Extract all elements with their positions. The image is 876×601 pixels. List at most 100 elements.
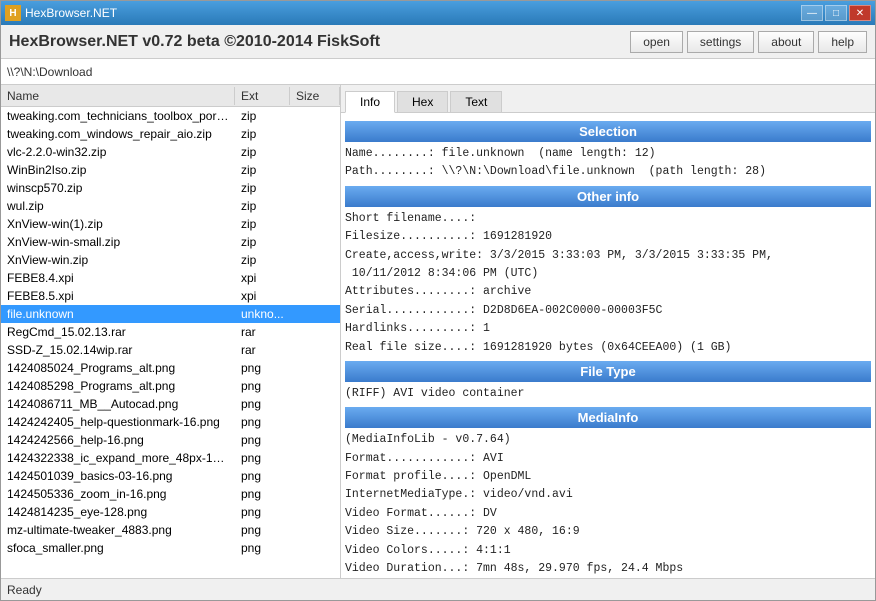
info-line: Real file size....: 1691281920 bytes (0x… bbox=[345, 339, 871, 357]
file-size bbox=[290, 367, 340, 369]
file-ext: unkno... bbox=[235, 306, 290, 322]
file-name: 1424086711_MB__Autocad.png bbox=[1, 396, 235, 412]
settings-button[interactable]: settings bbox=[687, 31, 754, 53]
file-name: XnView-win.zip bbox=[1, 252, 235, 268]
file-ext: rar bbox=[235, 324, 290, 340]
file-name: winscp570.zip bbox=[1, 180, 235, 196]
info-line: Serial............: D2D8D6EA-002C0000-00… bbox=[345, 302, 871, 320]
file-ext: png bbox=[235, 396, 290, 412]
file-name: sfoca_smaller.png bbox=[1, 540, 235, 556]
table-row[interactable]: 1424085298_Programs_alt.png png bbox=[1, 377, 340, 395]
file-size bbox=[290, 223, 340, 225]
section-header: File Type bbox=[345, 361, 871, 382]
tab-info[interactable]: Info bbox=[345, 91, 395, 113]
file-ext: zip bbox=[235, 162, 290, 178]
file-size bbox=[290, 295, 340, 297]
file-ext: png bbox=[235, 432, 290, 448]
table-row[interactable]: FEBE8.4.xpi xpi bbox=[1, 269, 340, 287]
info-line: Filesize..........: 1691281920 bbox=[345, 228, 871, 246]
table-row[interactable]: winscp570.zip zip bbox=[1, 179, 340, 197]
file-name: mz-ultimate-tweaker_4883.png bbox=[1, 522, 235, 538]
table-row[interactable]: sfoca_smaller.png png bbox=[1, 539, 340, 557]
file-size bbox=[290, 439, 340, 441]
table-row[interactable]: FEBE8.5.xpi xpi bbox=[1, 287, 340, 305]
table-row[interactable]: tweaking.com_technicians_toolbox_port...… bbox=[1, 107, 340, 125]
info-line: Path........: \\?\N:\Download\file.unkno… bbox=[345, 163, 871, 181]
file-ext: zip bbox=[235, 144, 290, 160]
path-bar: \\?\N:\Download bbox=[1, 59, 875, 85]
table-row[interactable]: RegCmd_15.02.13.rar rar bbox=[1, 323, 340, 341]
table-row[interactable]: XnView-win.zip zip bbox=[1, 251, 340, 269]
file-ext: rar bbox=[235, 342, 290, 358]
file-name: FEBE8.4.xpi bbox=[1, 270, 235, 286]
column-header-ext[interactable]: Ext bbox=[235, 87, 290, 105]
file-size bbox=[290, 259, 340, 261]
file-size bbox=[290, 529, 340, 531]
help-button[interactable]: help bbox=[818, 31, 867, 53]
tab-hex[interactable]: Hex bbox=[397, 91, 448, 112]
table-row[interactable]: file.unknown unkno... bbox=[1, 305, 340, 323]
tab-text[interactable]: Text bbox=[450, 91, 502, 112]
table-row[interactable]: tweaking.com_windows_repair_aio.zip zip bbox=[1, 125, 340, 143]
minimize-button[interactable]: — bbox=[801, 5, 823, 21]
app-icon: H bbox=[5, 5, 21, 21]
file-ext: zip bbox=[235, 180, 290, 196]
table-row[interactable]: 1424242405_help-questionmark-16.png png bbox=[1, 413, 340, 431]
info-line: Format profile....: OpenDML bbox=[345, 468, 871, 486]
table-row[interactable]: 1424242566_help-16.png png bbox=[1, 431, 340, 449]
info-line: Video Format......: DV bbox=[345, 505, 871, 523]
file-list[interactable]: tweaking.com_technicians_toolbox_port...… bbox=[1, 107, 340, 578]
about-button[interactable]: about bbox=[758, 31, 814, 53]
table-row[interactable]: 1424322338_ic_expand_more_48px-16.... pn… bbox=[1, 449, 340, 467]
table-row[interactable]: wul.zip zip bbox=[1, 197, 340, 215]
info-content[interactable]: Selection Name........: file.unknown (nam… bbox=[341, 113, 875, 578]
file-size bbox=[290, 349, 340, 351]
toolbar: HexBrowser.NET v0.72 beta ©2010-2014 Fis… bbox=[1, 25, 875, 59]
file-ext: zip bbox=[235, 216, 290, 232]
column-header-name[interactable]: Name bbox=[1, 87, 235, 105]
table-row[interactable]: SSD-Z_15.02.14wip.rar rar bbox=[1, 341, 340, 359]
file-name: 1424814235_eye-128.png bbox=[1, 504, 235, 520]
maximize-button[interactable]: □ bbox=[825, 5, 847, 21]
file-name: FEBE8.5.xpi bbox=[1, 288, 235, 304]
table-row[interactable]: WinBin2Iso.zip zip bbox=[1, 161, 340, 179]
table-row[interactable]: 1424085024_Programs_alt.png png bbox=[1, 359, 340, 377]
table-row[interactable]: 1424086711_MB__Autocad.png png bbox=[1, 395, 340, 413]
window-title: HexBrowser.NET bbox=[25, 6, 117, 20]
table-row[interactable]: 1424505336_zoom_in-16.png png bbox=[1, 485, 340, 503]
info-line: Attributes........: archive bbox=[345, 283, 871, 301]
table-row[interactable]: mz-ultimate-tweaker_4883.png png bbox=[1, 521, 340, 539]
table-row[interactable]: 1424814235_eye-128.png png bbox=[1, 503, 340, 521]
file-name: 1424322338_ic_expand_more_48px-16.... bbox=[1, 450, 235, 466]
file-ext: xpi bbox=[235, 288, 290, 304]
status-bar: Ready bbox=[1, 578, 875, 600]
column-header-size[interactable]: Size bbox=[290, 87, 340, 105]
file-name: 1424242405_help-questionmark-16.png bbox=[1, 414, 235, 430]
table-row[interactable]: 1424501039_basics-03-16.png png bbox=[1, 467, 340, 485]
table-row[interactable]: XnView-win(1).zip zip bbox=[1, 215, 340, 233]
title-bar: H HexBrowser.NET — □ ✕ bbox=[1, 1, 875, 25]
table-row[interactable]: XnView-win-small.zip zip bbox=[1, 233, 340, 251]
file-ext: zip bbox=[235, 234, 290, 250]
file-ext: png bbox=[235, 540, 290, 556]
info-line: Name........: file.unknown (name length:… bbox=[345, 145, 871, 163]
file-ext: png bbox=[235, 468, 290, 484]
file-size bbox=[290, 313, 340, 315]
section-header: Selection bbox=[345, 121, 871, 142]
title-bar-left: H HexBrowser.NET bbox=[5, 5, 117, 21]
file-name: 1424505336_zoom_in-16.png bbox=[1, 486, 235, 502]
file-ext: png bbox=[235, 504, 290, 520]
tab-bar: InfoHexText bbox=[341, 85, 875, 113]
main-content: Name Ext Size tweaking.com_technicians_t… bbox=[1, 85, 875, 578]
open-button[interactable]: open bbox=[630, 31, 683, 53]
file-size bbox=[290, 187, 340, 189]
close-button[interactable]: ✕ bbox=[849, 5, 871, 21]
table-row[interactable]: vlc-2.2.0-win32.zip zip bbox=[1, 143, 340, 161]
file-ext: xpi bbox=[235, 270, 290, 286]
file-size bbox=[290, 133, 340, 135]
file-panel: Name Ext Size tweaking.com_technicians_t… bbox=[1, 85, 341, 578]
file-ext: zip bbox=[235, 126, 290, 142]
file-name: 1424085024_Programs_alt.png bbox=[1, 360, 235, 376]
file-size bbox=[290, 403, 340, 405]
file-name: wul.zip bbox=[1, 198, 235, 214]
